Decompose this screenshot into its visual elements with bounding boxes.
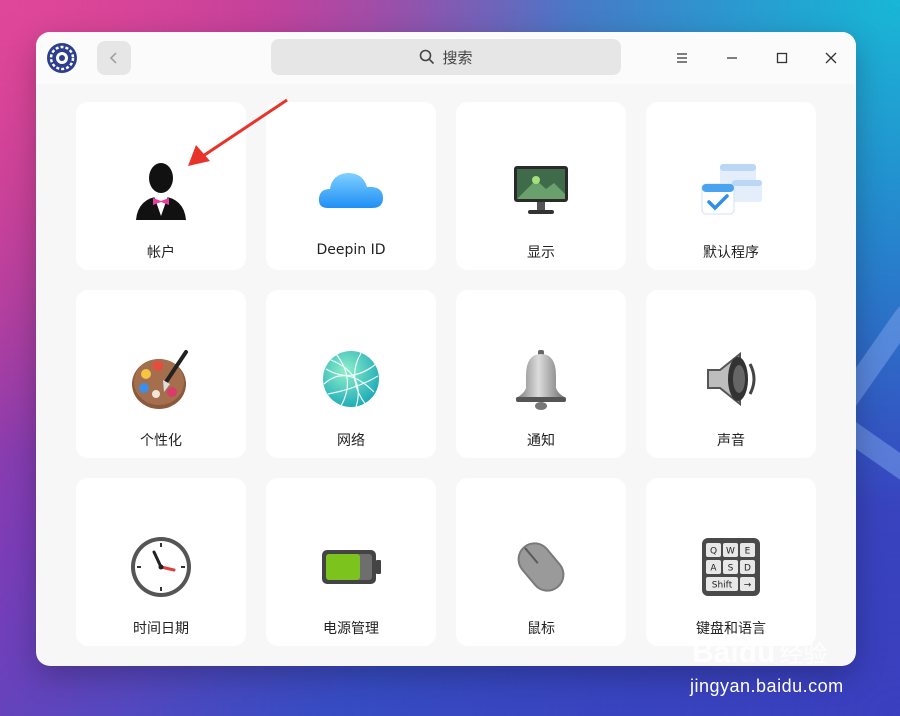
control-center-logo-icon bbox=[47, 43, 77, 73]
module-label: 通知 bbox=[527, 433, 555, 449]
module-label: Deepin ID bbox=[316, 242, 386, 258]
watermark-url: jingyan.baidu.com bbox=[690, 676, 844, 696]
module-card-display[interactable]: 显示 bbox=[456, 102, 626, 270]
chevron-left-icon bbox=[109, 52, 117, 64]
watermark-logo-suffix: du bbox=[738, 636, 776, 669]
module-card-account[interactable]: 帐户 bbox=[76, 102, 246, 270]
key-label: D bbox=[744, 564, 751, 574]
module-card-default-apps[interactable]: 默认程序 bbox=[646, 102, 816, 270]
maximize-button[interactable] bbox=[769, 45, 795, 71]
module-label: 网络 bbox=[337, 433, 365, 449]
module-label: 时间日期 bbox=[133, 621, 189, 637]
bell-icon bbox=[516, 350, 566, 410]
minimize-button[interactable] bbox=[719, 45, 745, 71]
module-card-notification[interactable]: 通知 bbox=[456, 290, 626, 458]
palette-icon bbox=[132, 350, 188, 409]
module-card-datetime[interactable]: 时间日期 bbox=[76, 478, 246, 646]
battery-icon bbox=[322, 550, 381, 584]
module-card-sound[interactable]: 声音 bbox=[646, 290, 816, 458]
key-label: W bbox=[726, 547, 735, 557]
module-label: 鼠标 bbox=[527, 621, 555, 637]
module-card-personalization[interactable]: 个性化 bbox=[76, 290, 246, 458]
module-label: 电源管理 bbox=[323, 621, 379, 637]
key-label: S bbox=[728, 564, 734, 574]
mouse-icon bbox=[517, 542, 565, 592]
minimize-icon bbox=[727, 57, 737, 59]
search-icon bbox=[420, 49, 435, 65]
module-card-mouse[interactable]: 鼠标 bbox=[456, 478, 626, 646]
key-label: Shift bbox=[712, 581, 733, 591]
back-button[interactable] bbox=[97, 41, 131, 75]
network-icon bbox=[323, 351, 379, 408]
key-label: → bbox=[744, 581, 752, 591]
maximize-icon bbox=[776, 52, 788, 64]
close-button[interactable] bbox=[818, 45, 844, 71]
watermark-logo: Baidu 经验 bbox=[692, 634, 827, 670]
titlebar: 搜索 bbox=[36, 32, 856, 84]
speaker-icon bbox=[707, 351, 756, 407]
key-label: E bbox=[745, 547, 751, 557]
keyboard-icon: Q W E A S D Shift → bbox=[702, 538, 760, 596]
module-card-power[interactable]: 电源管理 bbox=[266, 478, 436, 646]
menu-icon bbox=[677, 53, 687, 63]
default-apps-icon bbox=[701, 164, 762, 215]
module-card-network[interactable]: 网络 bbox=[266, 290, 436, 458]
module-label: 个性化 bbox=[140, 433, 182, 449]
module-card-deepin-id[interactable]: Deepin ID bbox=[266, 102, 436, 270]
display-icon bbox=[514, 166, 568, 214]
menu-button[interactable] bbox=[669, 45, 695, 71]
cloud-icon bbox=[318, 173, 383, 208]
clock-icon bbox=[131, 537, 191, 597]
module-label: 声音 bbox=[717, 433, 745, 449]
watermark-logo-cn: 经验 bbox=[779, 641, 828, 668]
watermark-logo-text: Bai bbox=[692, 636, 739, 669]
search-placeholder: 搜索 bbox=[442, 48, 473, 67]
search-input[interactable]: 搜索 bbox=[271, 39, 621, 75]
module-label: 默认程序 bbox=[703, 245, 759, 261]
module-card-keyboard-language[interactable]: Q W E A S D Shift → 键盘和语言 bbox=[646, 478, 816, 646]
key-label: A bbox=[710, 564, 717, 574]
module-label: 帐户 bbox=[147, 245, 175, 261]
control-center-window: 搜索 帐户 Deepin ID 显示 默认程序 个性化 网络 通知 声音 时间日… bbox=[36, 32, 856, 666]
key-label: Q bbox=[710, 547, 717, 557]
module-label: 显示 bbox=[527, 245, 555, 261]
close-icon bbox=[825, 52, 837, 64]
account-icon bbox=[136, 163, 186, 220]
